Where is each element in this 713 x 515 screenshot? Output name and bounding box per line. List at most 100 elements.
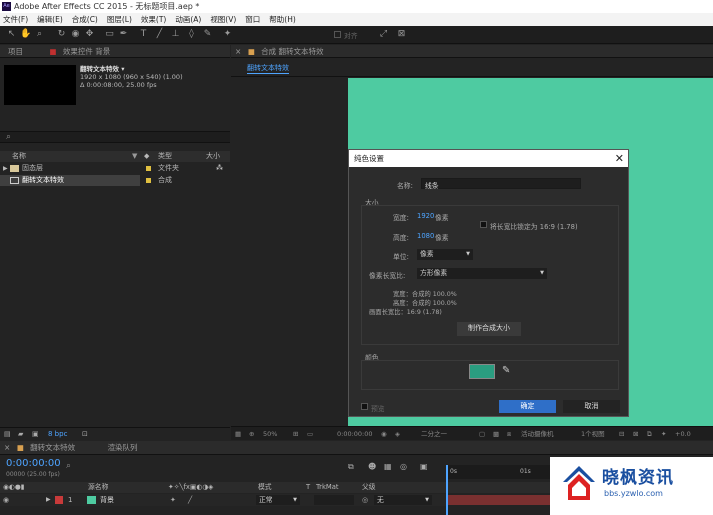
camera-select[interactable]: 活动摄像机 [521, 427, 581, 441]
comp-name[interactable]: 翻转文本特效 ▾ [80, 65, 183, 73]
rectangle-tool-icon[interactable]: ▭ [104, 29, 115, 40]
snapshot-icon[interactable]: ◉ [381, 427, 387, 441]
views-select[interactable]: 1个视图 [581, 427, 605, 441]
close-icon[interactable]: × [235, 47, 241, 56]
project-row[interactable]: 翻转文本特效 [0, 175, 140, 186]
preview-checkbox[interactable] [361, 403, 368, 410]
roto-tool-icon[interactable]: ✎ [202, 29, 213, 40]
zoom-tool-icon[interactable]: ⌕ [34, 29, 45, 40]
menu-view[interactable]: 视图(V) [210, 13, 236, 26]
make-comp-size-button[interactable]: 制作合成大小 [457, 322, 521, 336]
new-folder-icon[interactable]: ▰ [18, 428, 23, 441]
frame-blend-icon[interactable]: ▦ [384, 462, 392, 471]
width-value[interactable]: 1920 [417, 212, 434, 220]
rotate-tool-icon[interactable]: ↻ [56, 29, 67, 40]
interpret-icon[interactable]: ▤ [4, 428, 11, 441]
shy-switch-icon[interactable]: ✦ [170, 494, 176, 506]
viewer-timecode[interactable]: 0:00:00:00 [337, 427, 373, 441]
tab-timeline[interactable]: 翻转文本特效 [30, 443, 75, 452]
name-input[interactable]: 线条 [421, 178, 581, 190]
parent-select[interactable]: 无 ▼ [374, 495, 432, 505]
graph-editor-icon[interactable]: ▣ [420, 462, 428, 471]
label-color-icon[interactable] [146, 178, 151, 183]
puppet-tool-icon[interactable]: ✦ [222, 29, 233, 40]
magnifier-icon[interactable]: ⊕ [249, 427, 254, 441]
new-comp-icon[interactable]: ▣ [32, 428, 39, 441]
pickwhip-icon[interactable]: ◎ [362, 494, 368, 506]
tab-flip-text-comp[interactable]: 翻转文本特效 [247, 63, 289, 74]
layer-name[interactable]: 背景 [100, 494, 114, 506]
roi-icon[interactable]: ▢ [479, 427, 485, 441]
project-row[interactable]: ▶ 固态层 文件夹 ⁂ [0, 163, 230, 174]
camera-tool-icon[interactable]: ◉ [70, 29, 81, 40]
unit-select[interactable]: 像素 ▼ [417, 249, 473, 260]
col-trkmat[interactable]: TrkMat [316, 482, 339, 493]
fast-preview-icon[interactable]: ⊟ [619, 427, 624, 441]
snap-icon[interactable]: ⊠ [396, 29, 407, 40]
col-size[interactable]: 大小 [206, 151, 220, 162]
eyedropper-icon[interactable]: ✎ [502, 365, 510, 376]
trkmat-select[interactable] [314, 495, 354, 505]
selection-tool-icon[interactable]: ↖ [6, 29, 17, 40]
par-select[interactable]: 方形像素 ▼ [417, 268, 547, 279]
ok-button[interactable]: 确定 [499, 400, 556, 413]
menu-animation[interactable]: 动画(A) [175, 13, 201, 26]
bit-depth-button[interactable]: 8 bpc [48, 428, 67, 441]
expand-icon[interactable]: ⤢ [378, 29, 389, 40]
color-swatch[interactable] [469, 364, 495, 379]
eraser-tool-icon[interactable]: ◊ [186, 29, 197, 40]
menu-help[interactable]: 帮助(H) [269, 13, 296, 26]
menu-layer[interactable]: 图层(L) [107, 13, 132, 26]
menu-window[interactable]: 窗口 [245, 13, 260, 26]
close-icon[interactable]: × [4, 443, 10, 452]
menu-composition[interactable]: 合成(C) [72, 13, 98, 26]
reset-exposure-icon[interactable]: ✦ [661, 427, 666, 441]
blend-mode-select[interactable]: 正常 ▼ [256, 495, 300, 505]
align-checkbox[interactable] [334, 31, 341, 38]
channel-icon[interactable]: ◈ [395, 427, 400, 441]
col-parent[interactable]: 父级 [362, 482, 376, 493]
tab-render-queue[interactable]: 渲染队列 [108, 443, 138, 452]
transparency-icon[interactable]: ▩ [493, 427, 499, 441]
layer-label-color[interactable] [55, 496, 63, 504]
col-mode[interactable]: 模式 [258, 482, 272, 493]
clone-tool-icon[interactable]: ⊥ [170, 29, 181, 40]
shy-icon[interactable]: ☻ [368, 462, 376, 471]
expand-arrow-icon[interactable]: ▶ [3, 163, 8, 174]
label-color-icon[interactable] [146, 166, 151, 171]
height-value[interactable]: 1080 [417, 232, 434, 240]
close-icon[interactable]: ✕ [615, 150, 624, 167]
col-source-name[interactable]: 源名称 [88, 482, 108, 493]
expand-arrow-icon[interactable]: ▶ [46, 494, 51, 506]
eye-icon[interactable]: ◉ [3, 494, 9, 506]
exposure-value[interactable]: +0.0 [675, 427, 691, 441]
3d-view-icon[interactable]: ⧈ [507, 427, 511, 441]
playhead[interactable] [446, 465, 448, 515]
layer-row[interactable]: ◉ ▶ 1 背景 ✦ ╱ 正常 ▼ ◎ 无 ▼ [0, 494, 446, 506]
menu-file[interactable]: 文件(F) [3, 13, 28, 26]
col-name[interactable]: 名称 [12, 151, 26, 162]
pan-behind-tool-icon[interactable]: ✥ [84, 29, 95, 40]
grid-icon[interactable]: ▦ [235, 427, 241, 441]
safe-zones-icon[interactable]: ⊞ [293, 427, 298, 441]
text-tool-icon[interactable]: T [138, 29, 149, 40]
comp-flowchart-icon[interactable]: ⧉ [348, 462, 354, 472]
tab-composition[interactable]: 合成 翻转文本特效 [261, 47, 323, 56]
region-icon[interactable]: ▭ [307, 427, 313, 441]
timeline-icon[interactable]: ⊠ [633, 427, 638, 441]
delete-icon[interactable]: ⊡ [82, 428, 88, 441]
pen-tool-icon[interactable]: ✒ [118, 29, 129, 40]
menu-effect[interactable]: 效果(T) [141, 13, 166, 26]
timeline-timecode[interactable]: 0:00:00:00 [6, 458, 61, 469]
tab-effects-controls[interactable]: 效果控件 背景 [63, 47, 110, 56]
cancel-button[interactable]: 取消 [563, 400, 620, 413]
resolution-select[interactable]: 二分之一 [421, 427, 447, 441]
tab-project[interactable]: 项目 [8, 47, 23, 56]
flowchart-icon[interactable]: ⧉ [647, 427, 652, 441]
col-type[interactable]: 类型 [158, 151, 172, 162]
hand-tool-icon[interactable]: ✋ [20, 29, 31, 40]
zoom-select[interactable]: 50% [263, 427, 277, 441]
menu-edit[interactable]: 编辑(E) [37, 13, 63, 26]
lock-aspect-checkbox[interactable] [480, 221, 487, 228]
motion-blur-icon[interactable]: ◎ [400, 462, 407, 471]
